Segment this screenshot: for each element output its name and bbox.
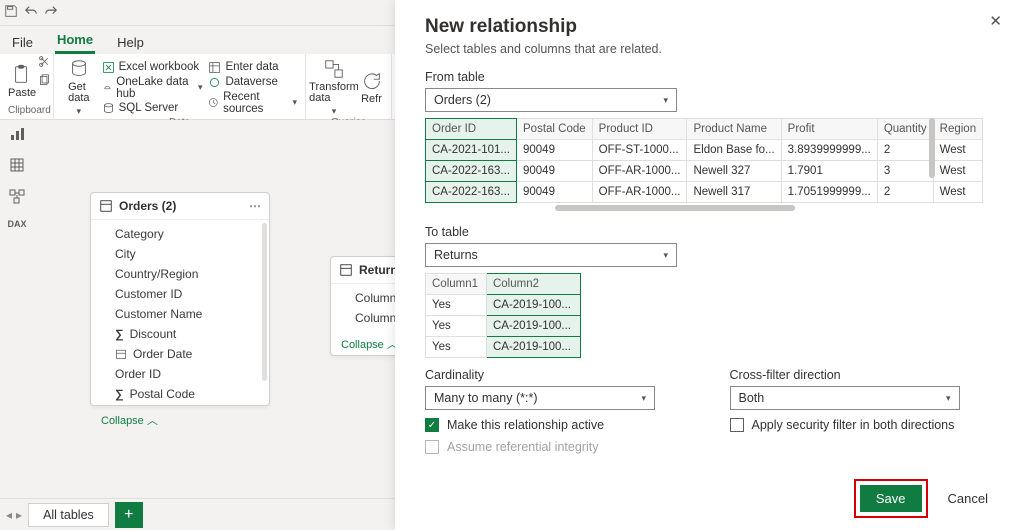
new-relationship-dialog: ✕ New relationship Select tables and col… [395,0,1024,530]
group-clipboard-label: Clipboard [8,105,45,117]
paste-button[interactable]: Paste [8,64,36,99]
excel-workbook-button[interactable]: Excel workbook [102,61,203,74]
model-view-icon[interactable] [9,188,25,207]
onelake-button[interactable]: OneLake data hub ▾ [102,76,203,100]
recent-sources-button[interactable]: Recent sources ▾ [208,91,297,115]
tab-file[interactable]: File [10,31,35,54]
field-discount[interactable]: ∑Discount [109,324,269,344]
orders-title: Orders (2) [119,199,176,213]
field-customer-name[interactable]: Customer Name [109,304,269,324]
dataverse-button[interactable]: Dataverse [208,76,297,89]
from-preview-vscroll[interactable] [929,118,935,178]
copy-icon[interactable] [38,74,51,87]
save-button[interactable]: Save [860,485,922,512]
field-postal-code[interactable]: ∑Postal Code [109,384,269,404]
cardinality-label: Cardinality [425,368,700,382]
get-data-button[interactable]: Get data▾ [62,58,96,117]
from-table-preview: Order IDPostal CodeProduct IDProduct Nam… [425,118,983,203]
field-order-id[interactable]: Order ID [109,364,269,384]
cross-filter-select[interactable]: Both▾ [730,386,960,410]
page-next-icon[interactable]: ▸ [16,508,22,522]
to-table-label: To table [425,225,1004,239]
tab-help[interactable]: Help [115,31,146,54]
add-tab-button[interactable]: + [115,502,143,528]
enter-data-button[interactable]: Enter data [208,61,297,74]
active-checkbox[interactable]: ✓Make this relationship active [425,418,700,432]
page-prev-icon[interactable]: ◂ [6,508,12,522]
all-tables-tab[interactable]: All tables [28,503,109,527]
redo-icon[interactable] [44,4,58,21]
paste-label: Paste [8,88,36,99]
refresh-button[interactable]: Refr [360,70,383,105]
field-category[interactable]: Category [109,224,269,244]
cut-icon[interactable] [38,55,51,68]
to-table-preview: Column1Column2 YesCA-2019-100... YesCA-2… [425,273,581,358]
cancel-button[interactable]: Cancel [942,490,994,507]
dialog-subtitle: Select tables and columns that are relat… [425,42,1004,56]
dialog-close-icon[interactable]: ✕ [989,12,1002,30]
from-table-label: From table [425,70,1004,84]
field-city[interactable]: City [109,244,269,264]
tab-home[interactable]: Home [55,28,95,54]
dialog-title: New relationship [425,16,1004,38]
from-preview-hscroll[interactable] [555,205,795,211]
orders-table-card[interactable]: Orders (2) ⋯ Category City Country/Region… [90,192,270,406]
field-customer-id[interactable]: Customer ID [109,284,269,304]
transform-data-button[interactable]: Transform data▾ [314,58,354,117]
orders-collapse-button[interactable]: Collapse ︿ [91,408,269,432]
field-country[interactable]: Country/Region [109,264,269,284]
cardinality-select[interactable]: Many to many (*:*)▾ [425,386,655,410]
from-table-select[interactable]: Orders (2)▾ [425,88,677,112]
field-order-date[interactable]: Order Date [109,344,269,364]
transform-label: Transform data [309,82,359,104]
report-view-icon[interactable] [9,126,25,145]
referential-checkbox: Assume referential integrity [425,440,700,454]
table-view-icon[interactable] [9,157,25,176]
to-table-select[interactable]: Returns▾ [425,243,677,267]
cross-filter-label: Cross-filter direction [730,368,1005,382]
undo-icon[interactable] [24,4,38,21]
security-filter-checkbox[interactable]: Apply security filter in both directions [730,418,1005,432]
orders-scrollbar[interactable] [262,223,267,381]
sql-server-button[interactable]: SQL Server [102,102,203,115]
save-icon[interactable] [4,4,18,21]
get-data-label: Get data [68,82,89,104]
orders-more-icon[interactable]: ⋯ [249,199,261,213]
dax-view-icon[interactable]: DAX [7,219,26,229]
